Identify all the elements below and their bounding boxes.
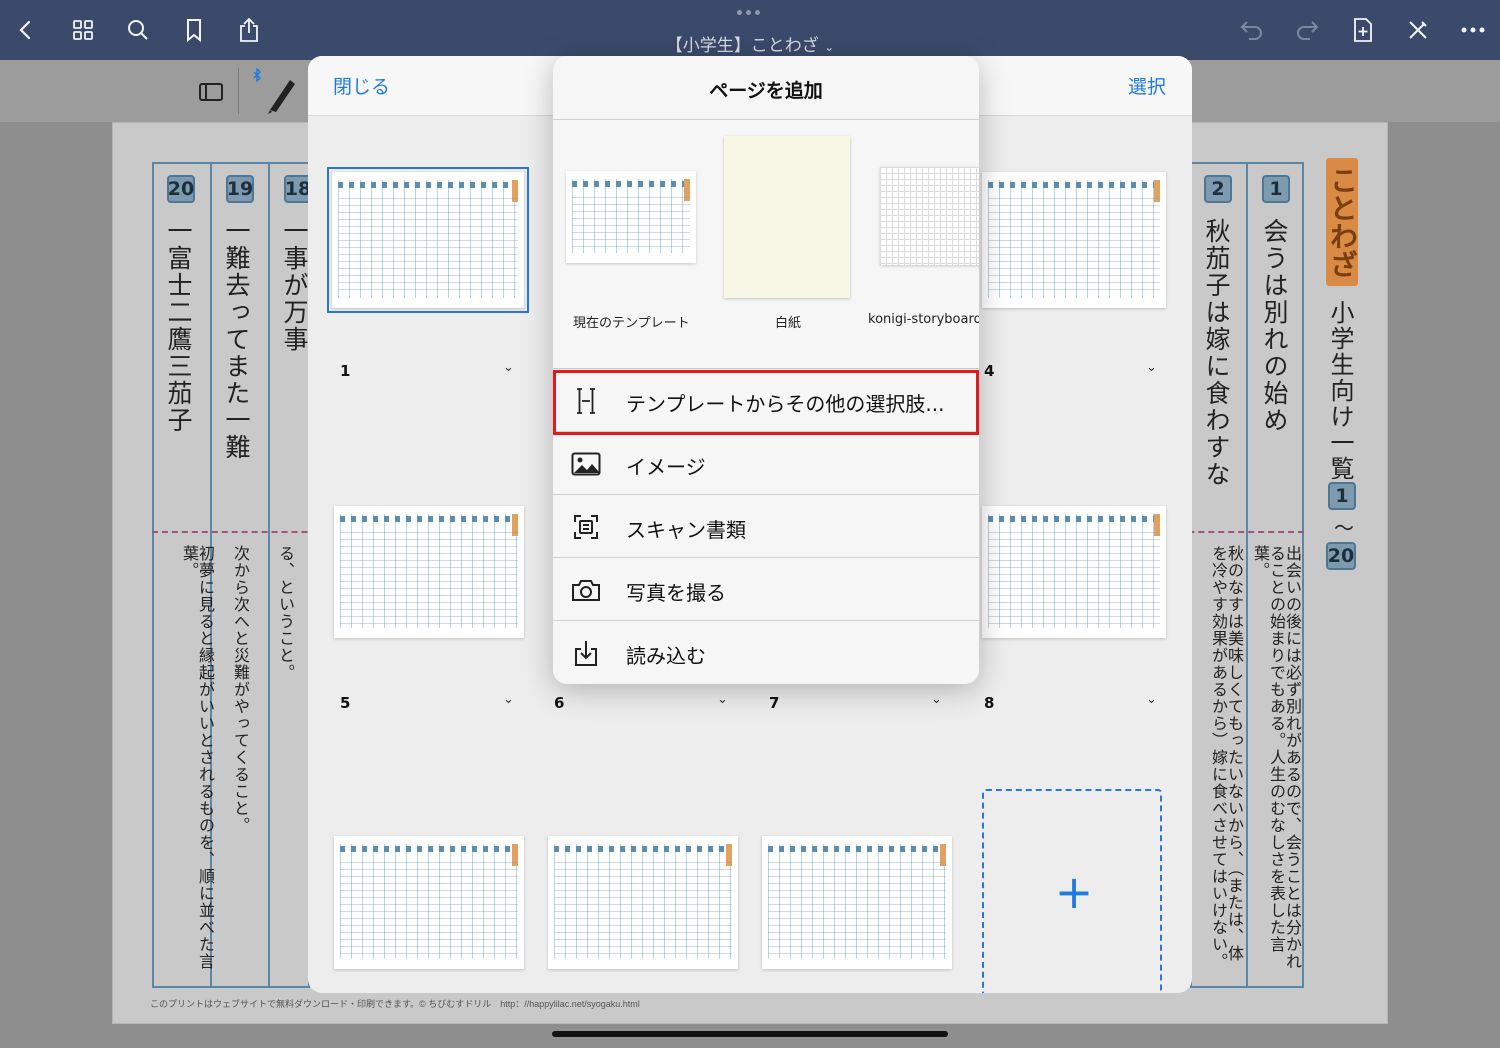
category-label-text: ことわざ — [1326, 166, 1359, 278]
toolbar-divider — [238, 68, 239, 114]
column-number: 20 — [167, 175, 195, 203]
proverb-text: 会うは別れの始め — [1260, 218, 1289, 434]
page-number: 6 — [554, 694, 565, 712]
footer-note: このプリントはウェブサイトで無料ダウンロード・印刷できます。© ちびむすドリル … — [150, 999, 640, 1009]
page-number: 7 — [769, 694, 780, 712]
proverb-description: 秋のなすは美味しくてもったいないから、（または、体を冷やす効果があるから）嫁に食… — [1209, 545, 1244, 970]
popover-title: ページを追加 — [709, 80, 823, 102]
proverb-text: 一難去ってまた一難 — [222, 218, 251, 461]
proverb-description: 次から次へと災難がやってくること。 — [231, 545, 250, 834]
pen-off-icon[interactable] — [1402, 14, 1434, 46]
column-number: 19 — [226, 175, 254, 203]
redo-icon[interactable] — [1291, 14, 1323, 46]
document-title-text: 【小学生】ことわざ — [665, 36, 819, 56]
add-page-icon[interactable] — [1347, 14, 1379, 46]
template-current[interactable] — [566, 171, 696, 263]
range-separator: 〜 — [1334, 516, 1354, 540]
chevron-down-icon[interactable]: ⌄ — [503, 360, 514, 375]
menu-item-scan[interactable]: スキャン書類 — [553, 494, 979, 557]
range-to: 20 — [1326, 542, 1356, 570]
page-thumbnail-8[interactable] — [982, 506, 1166, 638]
add-page-tile[interactable]: + — [982, 789, 1162, 993]
page-thumbnail-5[interactable] — [334, 506, 524, 638]
page-number: 4 — [984, 362, 995, 380]
divider — [553, 119, 979, 120]
plus-icon: + — [1054, 865, 1094, 919]
document-title[interactable]: 【小学生】ことわざ ⌄ — [0, 31, 1500, 56]
category-label: ことわざ — [1326, 158, 1359, 286]
pen-tool-icon[interactable] — [264, 74, 298, 114]
more-icon[interactable] — [1457, 14, 1489, 46]
template-name: 現在のテンプレート — [573, 316, 690, 331]
import-icon — [571, 639, 601, 667]
proverb-description: 初夢に見ると縁起がいいとされるものを、順に並べた言葉。 — [180, 545, 215, 970]
window-grabber[interactable] — [737, 10, 763, 16]
column-number: 1 — [1262, 175, 1290, 203]
page-thumbnail-10[interactable] — [548, 836, 738, 969]
menu-item-image[interactable]: イメージ — [553, 431, 979, 494]
add-page-menu: テンプレートからその他の選択肢... イメージ スキャン書類 写真を撮る 読み込… — [553, 368, 979, 683]
undo-icon[interactable] — [1236, 14, 1268, 46]
home-indicator[interactable] — [552, 1031, 948, 1037]
proverb-description: 出会いの後には必ず別れがあるので、会うことは分かれることの始まりでもある。人生の… — [1251, 545, 1302, 970]
add-page-popover: ページを追加 現在のテンプレート 白紙 konigi-storyboard テン… — [553, 56, 979, 684]
menu-item-label: テンプレートからその他の選択肢... — [626, 392, 945, 416]
page-thumbnail-4[interactable] — [982, 172, 1166, 308]
eraser-tool-icon[interactable] — [196, 78, 226, 106]
page-number: 5 — [340, 694, 351, 712]
menu-item-import[interactable]: 読み込む — [553, 620, 979, 683]
camera-icon — [571, 576, 601, 604]
proverb-text: 秋茄子は嫁に食わすな — [1202, 218, 1231, 488]
page-thumbnail-1[interactable] — [327, 167, 529, 313]
top-bar: 【小学生】ことわざ ⌄ — [0, 0, 1500, 60]
page-thumbnail-11[interactable] — [762, 836, 952, 969]
menu-item-template-options[interactable]: テンプレートからその他の選択肢... — [553, 368, 979, 431]
chevron-down-icon[interactable]: ⌄ — [1146, 360, 1157, 375]
menu-item-label: イメージ — [626, 455, 706, 479]
chevron-down-icon: ⌄ — [824, 40, 835, 54]
bluetooth-icon — [252, 67, 262, 83]
list-title: 小学生向け一覧 — [1326, 300, 1354, 482]
menu-item-camera[interactable]: 写真を撮る — [553, 557, 979, 620]
proverb-description: る、ということ。 — [276, 545, 295, 681]
select-button[interactable]: 選択 — [1128, 72, 1166, 99]
chevron-down-icon[interactable]: ⌄ — [1146, 692, 1157, 707]
template-name: konigi-storyboard — [868, 312, 979, 327]
image-icon — [571, 450, 601, 478]
page-thumbnail-9[interactable] — [334, 836, 524, 969]
chevron-down-icon[interactable]: ⌄ — [931, 692, 942, 707]
template-options-icon — [571, 387, 601, 415]
chevron-down-icon[interactable]: ⌄ — [717, 692, 728, 707]
range-from: 1 — [1328, 482, 1356, 510]
template-storyboard[interactable] — [880, 167, 979, 265]
proverb-text: 一富士二鷹三茄子 — [164, 218, 193, 434]
close-button[interactable]: 閉じる — [333, 72, 390, 99]
template-name: 白紙 — [775, 316, 802, 331]
template-blank[interactable] — [724, 136, 850, 298]
menu-item-label: 読み込む — [626, 644, 706, 668]
scan-icon — [571, 513, 601, 541]
menu-item-label: 写真を撮る — [626, 581, 726, 605]
column-number: 2 — [1204, 175, 1232, 203]
chevron-down-icon[interactable]: ⌄ — [503, 692, 514, 707]
proverb-text: 一事が万事 — [280, 218, 309, 353]
menu-item-label: スキャン書類 — [626, 518, 746, 542]
page-number: 8 — [984, 694, 995, 712]
page-number: 1 — [340, 362, 351, 380]
